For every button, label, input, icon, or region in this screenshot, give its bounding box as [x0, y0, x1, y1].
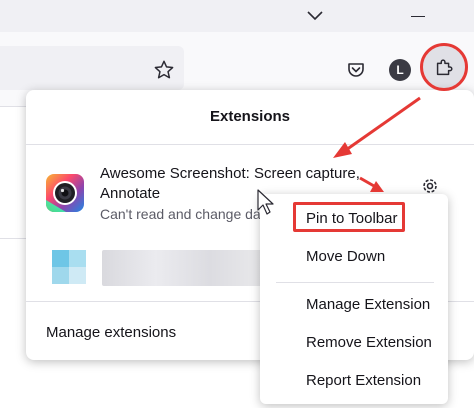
pocket-button[interactable] — [342, 56, 370, 84]
menu-item-move-down[interactable]: Move Down — [260, 242, 448, 272]
panel-title: Extensions — [209, 108, 291, 125]
page-divider — [0, 238, 26, 239]
menu-item-manage-extension[interactable]: Manage Extension — [260, 290, 448, 320]
star-icon — [154, 60, 174, 79]
pocket-icon — [348, 63, 364, 77]
puzzle-icon — [436, 59, 453, 76]
title-bar — [0, 0, 474, 32]
menu-item-remove-extension[interactable]: Remove Extension — [260, 328, 448, 358]
panel-divider — [26, 144, 474, 145]
redacted-extension-name — [102, 250, 282, 286]
camera-lens-icon — [46, 174, 84, 212]
avatar: L — [389, 59, 411, 81]
browser-window: L Extensions Awesome Screenshot: Screen … — [0, 0, 474, 408]
menu-divider — [276, 282, 434, 283]
blurred-extension-icon — [52, 250, 86, 284]
manage-extensions-link[interactable]: Manage extensions — [46, 324, 176, 341]
gear-icon[interactable] — [420, 176, 440, 196]
menu-item-report-extension[interactable]: Report Extension — [260, 366, 448, 396]
extension-permission-text: Can't read and change da — [100, 206, 260, 222]
menu-item-pin-to-toolbar[interactable]: Pin to Toolbar — [260, 204, 448, 234]
bookmark-star-button[interactable] — [150, 56, 178, 84]
chevron-down-icon[interactable] — [305, 8, 325, 24]
minimize-icon[interactable] — [411, 16, 425, 17]
extension-context-menu: Pin to Toolbar Move Down Manage Extensio… — [260, 194, 448, 404]
extensions-button[interactable] — [423, 46, 465, 88]
account-button[interactable]: L — [386, 56, 414, 84]
